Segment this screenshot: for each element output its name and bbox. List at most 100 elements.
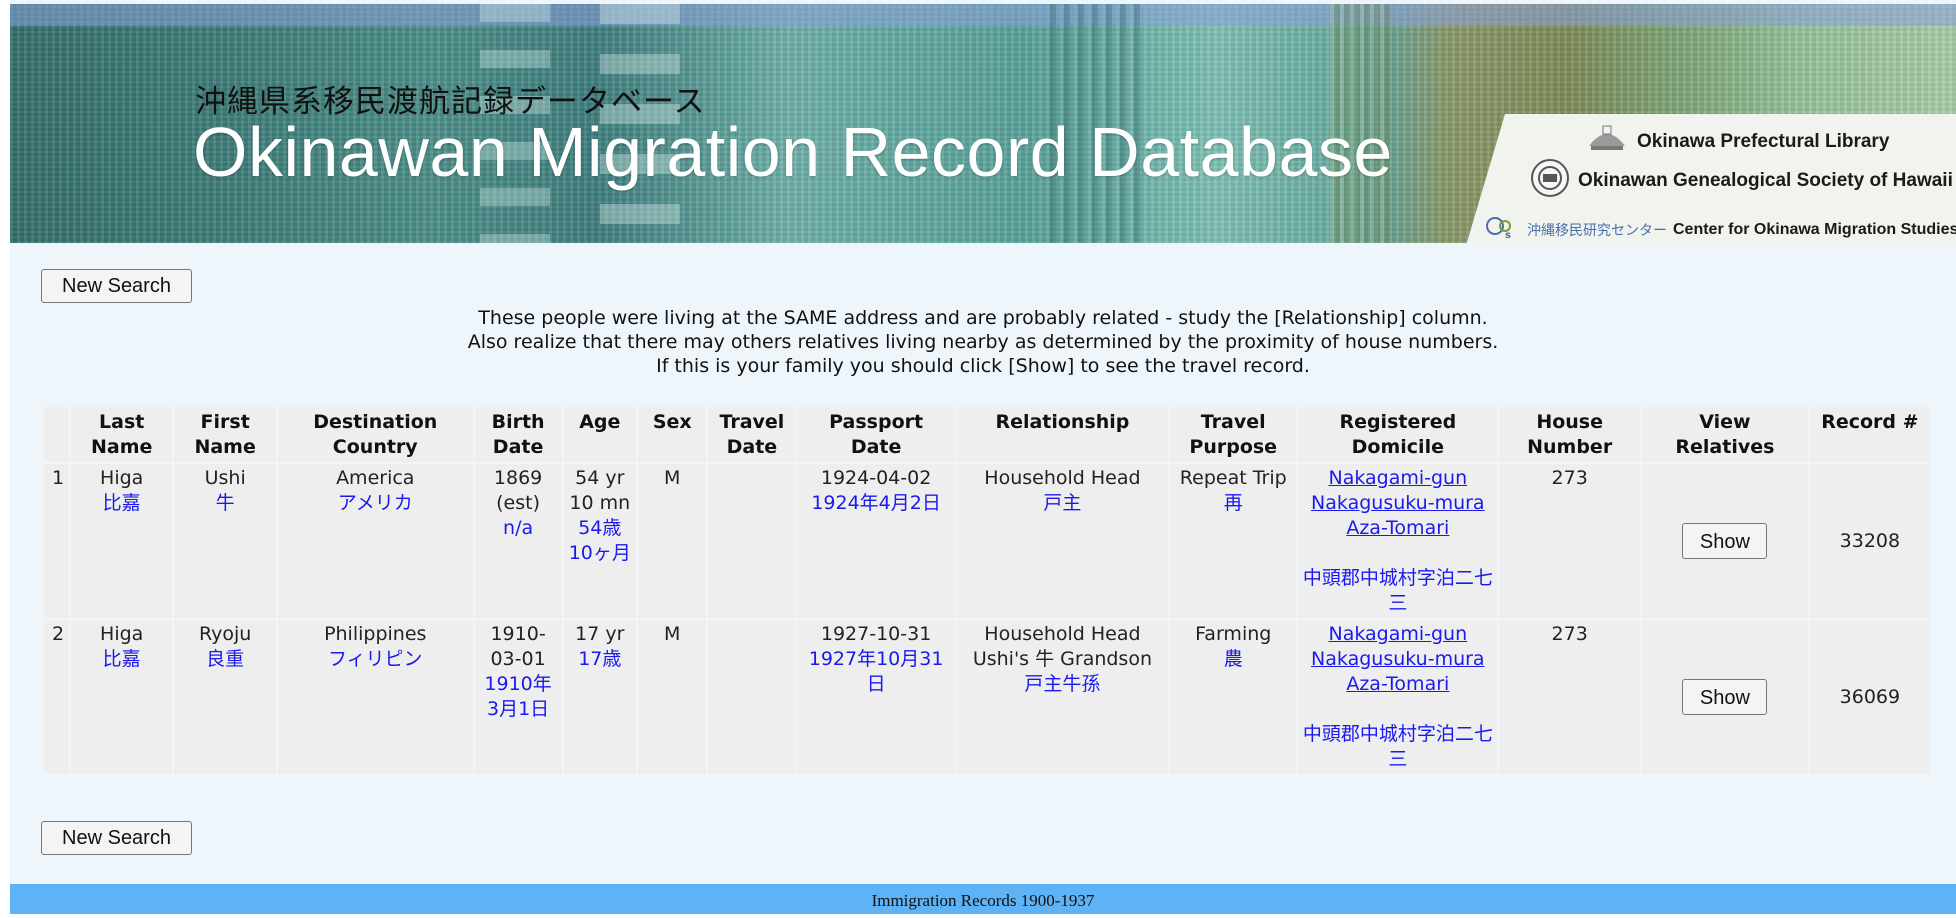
org-okinawan-genealogical-society[interactable]: Okinawan Genealogical Society of Hawaii xyxy=(1530,158,1953,204)
org-center-okinawa-migration-studies[interactable]: s 沖縄移民研究センター Center for Okinawa Migratio… xyxy=(1485,214,1956,243)
passport-date-jp: 1927年10月31日 xyxy=(808,648,944,695)
org-name: Okinawan Genealogical Society of Hawaii xyxy=(1578,170,1953,191)
org-name: Okinawa Prefectural Library xyxy=(1637,131,1890,152)
cell-record-number: 36069 xyxy=(1809,620,1930,774)
cell-view-relatives: Show xyxy=(1642,464,1808,618)
notice-text: These people were living at the SAME add… xyxy=(10,306,1956,378)
domicile-link-jp[interactable]: 中頭郡中城村字泊二七三 xyxy=(1303,567,1493,614)
table-header-row: Last Name First Name Destination Country Bi… xyxy=(44,407,1930,462)
first-name-en: Ushi xyxy=(204,467,246,489)
col-header-travel-purpose: Travel Purpose xyxy=(1170,407,1297,462)
cell-view-relatives: Show xyxy=(1642,620,1808,774)
cell-destination: Philippines フィリピン xyxy=(277,620,473,774)
partner-organizations: Okinawa Prefectural Library Okinawan Gen… xyxy=(1465,114,1956,243)
cell-relationship: Household Head 戸主 xyxy=(956,464,1169,618)
cell-sex: M xyxy=(638,464,707,618)
col-header-house-number: House Number xyxy=(1499,407,1641,462)
domicile-link-jp[interactable]: 中頭郡中城村字泊二七三 xyxy=(1303,723,1493,770)
first-name-jp: 良重 xyxy=(206,648,245,670)
page: 沖縄県系移民渡航記録データベース Okinawan Migration Reco… xyxy=(10,0,1956,914)
org-okinawa-prefectural-library[interactable]: Okinawa Prefectural Library xyxy=(1585,124,1889,160)
cell-first-name: Ryoju 良重 xyxy=(174,620,276,774)
cell-last-name: Higa 比嘉 xyxy=(70,464,173,618)
age-jp: 54歳10ヶ月 xyxy=(568,517,631,564)
age-en: 17 yr xyxy=(575,623,625,645)
cell-travel-date xyxy=(708,464,796,618)
society-seal-icon xyxy=(1530,158,1570,204)
new-search-button[interactable]: New Search xyxy=(41,269,192,303)
birth-date-en: 1910-03-01 xyxy=(490,623,546,670)
cell-travel-date xyxy=(708,620,796,774)
age-en: 54 yr 10 mn xyxy=(569,467,631,514)
col-header-index xyxy=(44,407,69,462)
records-table: Last Name First Name Destination Country Bi… xyxy=(42,405,1932,776)
table-row: 1 Higa 比嘉 Ushi 牛 America アメリカ 1869 (est)… xyxy=(44,464,1930,618)
cell-house-number: 273 xyxy=(1499,620,1641,774)
purpose-jp: 農 xyxy=(1223,648,1243,670)
cell-passport-date: 1927-10-31 1927年10月31日 xyxy=(797,620,955,774)
last-name-jp: 比嘉 xyxy=(102,492,141,514)
coms-logo-icon: s xyxy=(1485,214,1519,243)
col-header-travel-date: Travel Date xyxy=(708,407,796,462)
svg-text:s: s xyxy=(1505,230,1511,240)
relationship-en: Household Head xyxy=(984,467,1141,489)
row-index: 2 xyxy=(44,620,69,774)
notice-line: If this is your family you should click … xyxy=(656,355,1310,377)
destination-en: Philippines xyxy=(324,623,427,645)
passport-date-en: 1924-04-02 xyxy=(820,467,932,489)
cell-house-number: 273 xyxy=(1499,464,1641,618)
age-jp: 17歳 xyxy=(578,648,622,670)
cell-registered-domicile: Nakagami-gun Nakagusuku-mura Aza-Tomari … xyxy=(1298,620,1498,774)
purpose-en: Repeat Trip xyxy=(1179,467,1287,489)
notice-line: These people were living at the SAME add… xyxy=(478,307,1488,329)
destination-jp: フィリピン xyxy=(327,648,423,670)
relationship-en: Household Head xyxy=(984,623,1141,645)
new-search-button-bottom[interactable]: New Search xyxy=(41,821,192,855)
col-header-destination-country: Destination Country xyxy=(277,407,473,462)
relationship-en-detail: Ushi's 牛 Grandson xyxy=(972,648,1153,670)
show-button[interactable]: Show xyxy=(1682,523,1768,559)
site-banner: 沖縄県系移民渡航記録データベース Okinawan Migration Reco… xyxy=(10,4,1956,243)
col-header-birth-date: Birth Date xyxy=(474,407,562,462)
passport-date-jp: 1924年4月2日 xyxy=(811,492,941,514)
cell-passport-date: 1924-04-02 1924年4月2日 xyxy=(797,464,955,618)
relationship-jp: 戸主 xyxy=(1043,492,1082,514)
table-row: 2 Higa 比嘉 Ryoju 良重 Philippines フィリピン 191… xyxy=(44,620,1930,774)
notice-line: Also realize that there may others relat… xyxy=(467,331,1499,353)
show-button[interactable]: Show xyxy=(1682,679,1768,715)
cell-registered-domicile: Nakagami-gun Nakagusuku-mura Aza-Tomari … xyxy=(1298,464,1498,618)
library-logo-icon xyxy=(1585,124,1629,160)
col-header-first-name: First Name xyxy=(174,407,276,462)
footer: Immigration Records 1900-1937 xyxy=(10,884,1956,914)
banner-top-strip xyxy=(10,4,1956,26)
cell-travel-purpose: Farming 農 xyxy=(1170,620,1297,774)
domicile-link[interactable]: Nakagami-gun Nakagusuku-mura Aza-Tomari xyxy=(1311,623,1485,695)
col-header-record-number: Record # xyxy=(1809,407,1930,462)
passport-date-en: 1927-10-31 xyxy=(820,623,932,645)
purpose-jp: 再 xyxy=(1223,492,1243,514)
col-header-relationship: Relationship xyxy=(956,407,1169,462)
last-name-en: Higa xyxy=(100,623,144,645)
birth-date-en: 1869 (est) xyxy=(493,467,543,514)
domicile-link[interactable]: Nakagami-gun Nakagusuku-mura Aza-Tomari xyxy=(1311,467,1485,539)
org-name-japanese: 沖縄移民研究センター xyxy=(1527,221,1667,238)
cell-record-number: 33208 xyxy=(1809,464,1930,618)
col-header-registered-domicile: Registered Domicile xyxy=(1298,407,1498,462)
cell-age: 54 yr 10 mn 54歳10ヶ月 xyxy=(563,464,637,618)
cell-last-name: Higa 比嘉 xyxy=(70,620,173,774)
last-name-jp: 比嘉 xyxy=(102,648,141,670)
first-name-en: Ryoju xyxy=(198,623,252,645)
row-index: 1 xyxy=(44,464,69,618)
col-header-last-name: Last Name xyxy=(70,407,173,462)
col-header-passport-date: Passport Date xyxy=(797,407,955,462)
last-name-en: Higa xyxy=(100,467,144,489)
cell-travel-purpose: Repeat Trip 再 xyxy=(1170,464,1297,618)
destination-jp: アメリカ xyxy=(337,492,413,514)
col-header-sex: Sex xyxy=(638,407,707,462)
first-name-jp: 牛 xyxy=(215,492,235,514)
cell-first-name: Ushi 牛 xyxy=(174,464,276,618)
birth-date-jp: n/a xyxy=(503,517,534,539)
cell-birth-date: 1869 (est) n/a xyxy=(474,464,562,618)
cell-sex: M xyxy=(638,620,707,774)
purpose-en: Farming xyxy=(1195,623,1272,645)
